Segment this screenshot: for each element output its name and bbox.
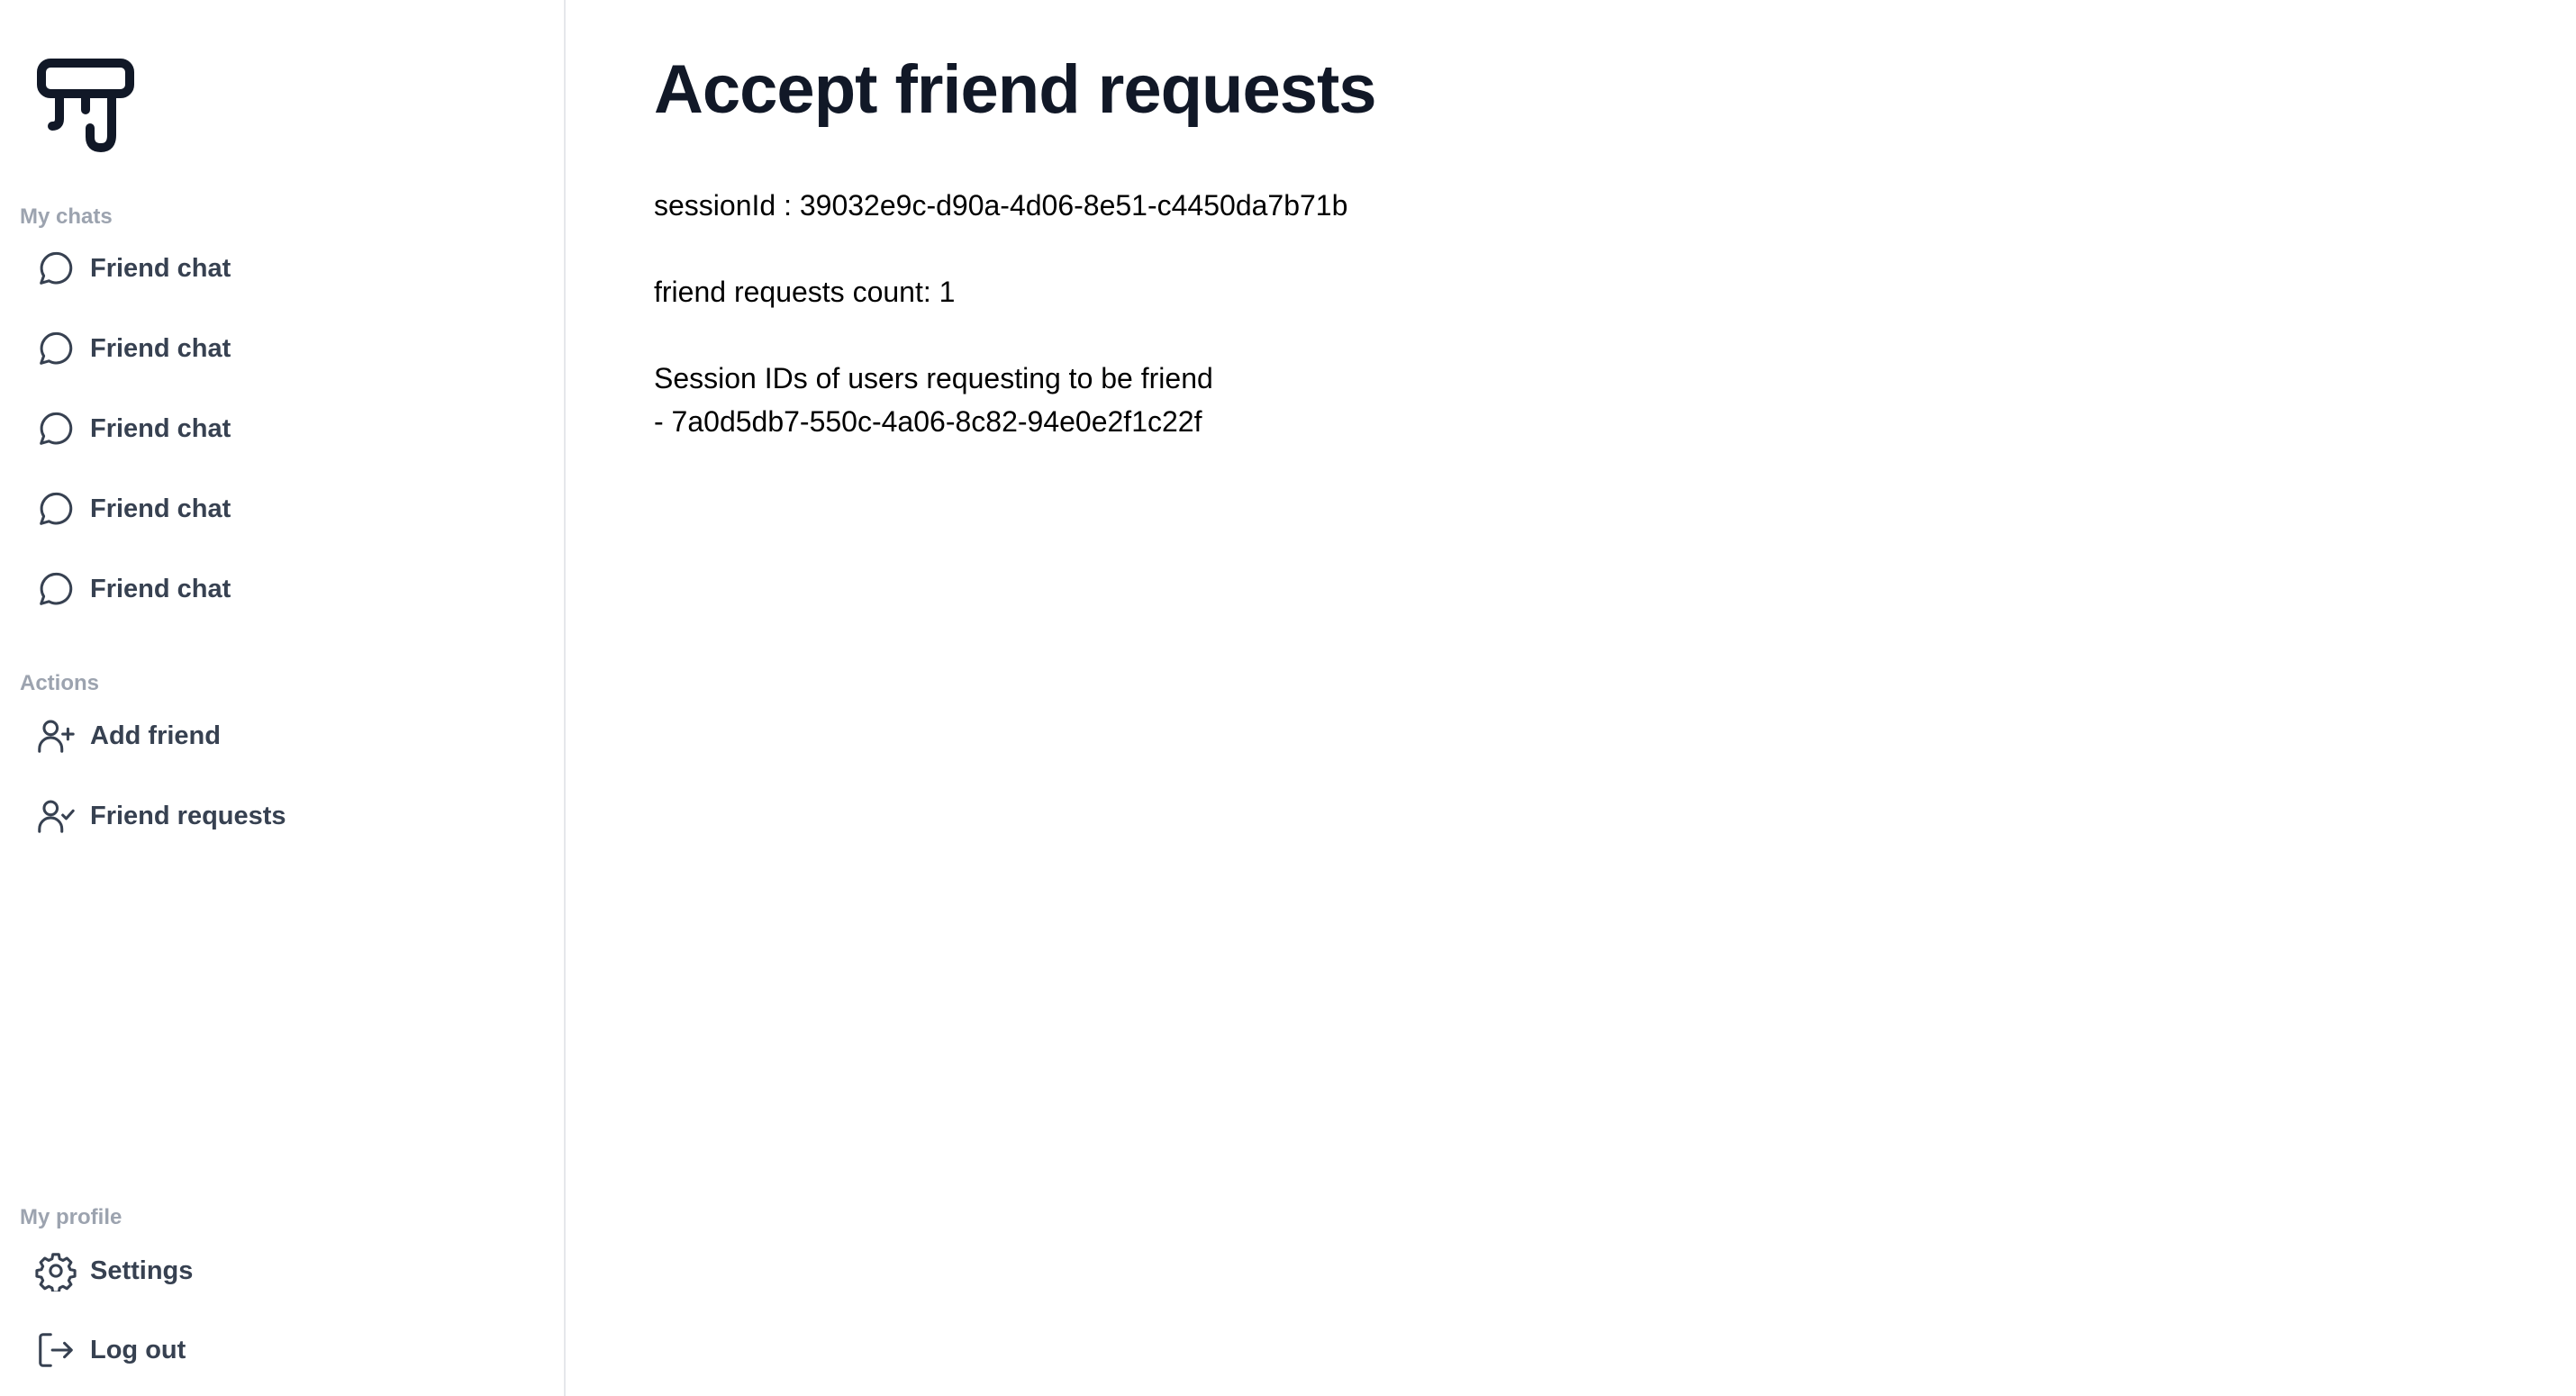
sidebar-item-friend-chat[interactable]: Friend chat <box>25 314 530 383</box>
sidebar-item-friend-chat[interactable]: Friend chat <box>25 234 530 303</box>
friend-requests-label: Friend requests <box>90 801 286 830</box>
sidebar-item-label: Friend chat <box>90 413 231 443</box>
add-friend-button[interactable]: Add friend <box>25 702 530 770</box>
section-label-actions: Actions <box>20 671 100 695</box>
sidebar-item-friend-chat[interactable]: Friend chat <box>25 475 530 543</box>
section-label-my-profile: My profile <box>20 1205 122 1229</box>
section-label-my-chats: My chats <box>20 204 113 229</box>
session-id-text: sessionId : 39032e9c-d90a-4d06-8e51-c445… <box>654 189 1348 222</box>
chat-bubble-icon <box>34 327 77 370</box>
requester-session-id: - 7a0d5db7-550c-4a06-8c82-94e0e2f1c22f <box>654 405 1202 438</box>
settings-label: Settings <box>90 1255 194 1285</box>
chat-bubble-icon <box>34 567 77 611</box>
sidebar: My chats Friend chat Friend chat Friend … <box>0 0 566 1396</box>
sidebar-item-label: Friend chat <box>90 574 231 603</box>
app-root: My chats Friend chat Friend chat Friend … <box>0 0 2576 1396</box>
sidebar-item-friend-chat[interactable]: Friend chat <box>25 394 530 463</box>
chat-bubble-icon <box>34 407 77 450</box>
settings-button[interactable]: Settings <box>25 1237 530 1305</box>
sidebar-item-label: Friend chat <box>90 253 231 283</box>
gear-icon <box>34 1249 77 1292</box>
sidebar-item-friend-chat[interactable]: Friend chat <box>25 555 530 623</box>
chat-bubble-icon <box>34 487 77 530</box>
user-plus-icon <box>34 714 77 757</box>
logout-icon <box>34 1328 77 1372</box>
sidebar-item-label: Friend chat <box>90 494 231 523</box>
logout-label: Log out <box>90 1335 186 1364</box>
requesters-heading: Session IDs of users requesting to be fr… <box>654 362 1213 394</box>
page-title: Accept friend requests <box>654 51 1377 128</box>
app-logo[interactable] <box>36 58 135 153</box>
user-check-icon <box>34 794 77 838</box>
chat-bubble-icon <box>34 247 77 290</box>
main-content: Accept friend requests sessionId : 39032… <box>566 0 2576 1396</box>
logout-button[interactable]: Log out <box>25 1316 530 1384</box>
sidebar-item-label: Friend chat <box>90 333 231 363</box>
add-friend-label: Add friend <box>90 721 221 750</box>
friend-requests-button[interactable]: Friend requests <box>25 782 530 850</box>
friend-requests-count-text: friend requests count: 1 <box>654 276 956 308</box>
